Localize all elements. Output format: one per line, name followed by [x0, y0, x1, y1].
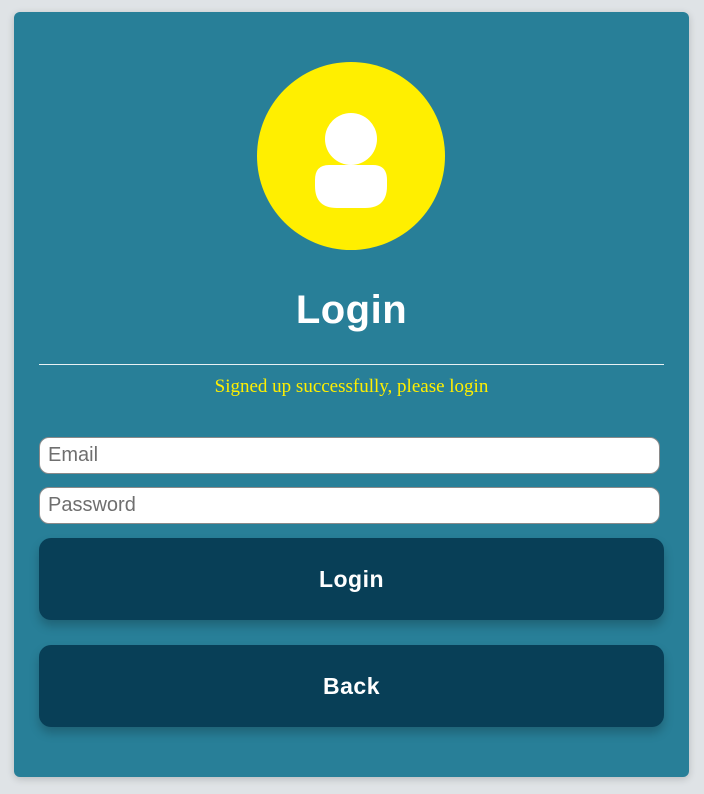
divider: [39, 364, 664, 365]
login-button[interactable]: Login: [39, 538, 664, 620]
password-field[interactable]: [39, 487, 660, 524]
back-button[interactable]: Back: [39, 645, 664, 727]
avatar: [257, 62, 445, 250]
page-title: Login: [295, 288, 408, 332]
login-card: Login Signed up successfully, please log…: [14, 12, 689, 777]
status-message: Signed up successfully, please login: [214, 376, 489, 397]
email-field[interactable]: [39, 437, 660, 474]
user-icon: [315, 113, 387, 208]
